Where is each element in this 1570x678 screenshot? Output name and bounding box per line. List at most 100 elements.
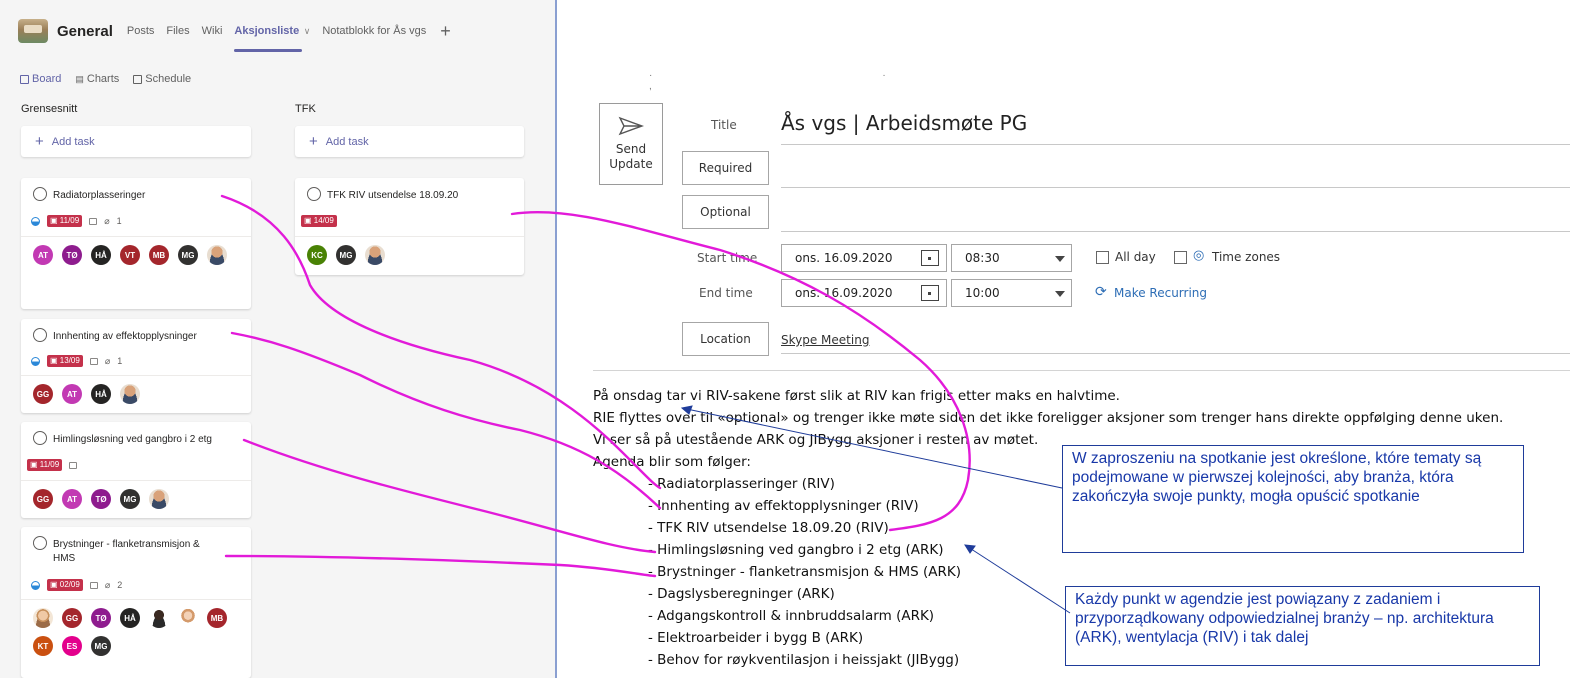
description-icon [89, 581, 98, 589]
assignees: KC MG [307, 245, 385, 265]
time-zones-checkbox[interactable] [1174, 251, 1187, 264]
start-time-value: 08:30 [965, 251, 1000, 265]
avatar: KC [307, 245, 327, 265]
add-tab-icon[interactable]: + [440, 21, 451, 42]
start-time-field[interactable]: 08:30 [951, 244, 1072, 272]
location-button[interactable]: Location [682, 322, 769, 356]
add-task-label: Add task [325, 135, 369, 148]
tab-notatblokk[interactable]: Notatblokk for Ås vgs [322, 25, 426, 37]
assignees: AT TØ HÅ VT MB MG [33, 245, 248, 265]
attachment-icon: ⌀ [104, 215, 110, 226]
body-divider [593, 370, 1570, 371]
task-card[interactable]: Innhenting av effektopplysninger ▣ 13/09… [21, 319, 251, 413]
add-task-button[interactable]: + Add task [21, 126, 251, 157]
end-date-value: ons. 16.09.2020 [795, 286, 893, 300]
tab-files[interactable]: Files [166, 25, 189, 37]
start-date-value: ons. 16.09.2020 [795, 251, 893, 265]
view-charts[interactable]: ▤ Charts [75, 73, 119, 85]
attachment-count: 2 [117, 580, 123, 590]
avatar-photo [365, 245, 385, 265]
plus-icon: + [35, 133, 44, 150]
avatar: MB [149, 245, 169, 265]
progress-icon [31, 580, 40, 590]
avatar: AT [62, 384, 82, 404]
time-zones-label: Time zones [1212, 250, 1281, 264]
add-task-button[interactable]: + Add task [295, 126, 524, 157]
task-card[interactable]: Radiatorplasseringer ▣ 11/09 ⌀ 1 AT TØ HÅ… [21, 178, 251, 309]
description-icon [89, 357, 98, 365]
complete-checkbox[interactable] [33, 431, 47, 445]
calendar-icon[interactable] [921, 285, 939, 301]
avatar: HÅ [120, 608, 140, 628]
complete-checkbox[interactable] [33, 536, 47, 550]
globe-icon: ◎ [1193, 248, 1205, 263]
view-schedule[interactable]: Schedule [133, 73, 191, 85]
avatar: MG [91, 636, 111, 656]
attachment-count: 1 [116, 216, 122, 226]
assignees: GG AT TØ MG [33, 489, 169, 509]
end-time-value: 10:00 [965, 286, 1000, 300]
description-icon [89, 217, 98, 225]
send-label: Send [615, 142, 647, 156]
attachment-icon: ⌀ [104, 579, 111, 590]
start-date-field[interactable]: ons. 16.09.2020 [781, 244, 947, 272]
avatar: GG [33, 489, 53, 509]
tab-wiki[interactable]: Wiki [202, 25, 223, 37]
send-update-button[interactable]: Send Update [599, 103, 663, 185]
top-marks: ·· , [649, 70, 1116, 92]
task-card[interactable]: Brystninger - flanketransmisjon & HMS ▣ … [21, 527, 251, 678]
dropdown-arrow-icon[interactable] [1055, 291, 1065, 297]
due-date: 11/09 [59, 216, 80, 225]
task-title: Innhenting av effektopplysninger [53, 331, 197, 342]
complete-checkbox[interactable] [33, 328, 47, 342]
progress-icon [31, 356, 40, 366]
description-icon [69, 461, 78, 469]
avatar: ES [62, 636, 82, 656]
tab-posts[interactable]: Posts [127, 25, 155, 37]
optional-button[interactable]: Optional [682, 195, 769, 229]
view-board[interactable]: Board [20, 73, 61, 85]
bucket-title: TFK [295, 103, 316, 115]
divider [21, 599, 251, 600]
callout-agenda-linking: Każdy punkt w agendzie jest powiązany z … [1065, 586, 1540, 666]
view-charts-label: Charts [86, 73, 120, 85]
due-date-badge: ▣ 02/09 [47, 579, 83, 591]
title-label: Title [711, 118, 737, 132]
start-time-label: Start time [697, 251, 758, 265]
avatar: KT [33, 636, 53, 656]
end-time-field[interactable]: 10:00 [951, 279, 1072, 307]
make-recurring-link[interactable]: Make Recurring [1114, 286, 1207, 300]
calendar-icon[interactable] [921, 250, 939, 266]
required-button[interactable]: Required [682, 151, 769, 185]
complete-checkbox[interactable] [33, 187, 47, 201]
attachment-icon: ⌀ [104, 355, 111, 366]
all-day-checkbox[interactable] [1096, 251, 1109, 264]
task-title: Brystninger - flanketransmisjon & HMS [53, 539, 200, 564]
dropdown-arrow-icon[interactable] [1055, 256, 1065, 262]
end-date-field[interactable]: ons. 16.09.2020 [781, 279, 947, 307]
task-meta: ▣ 14/09 [301, 215, 337, 227]
required-field-line[interactable] [781, 187, 1570, 188]
task-card[interactable]: TFK RIV utsendelse 18.09.20 ▣ 14/09 KC M… [295, 178, 524, 275]
bucket-title: Grensesnitt [21, 103, 78, 115]
progress-icon [31, 216, 40, 226]
task-card[interactable]: Himlingsløsning ved gangbro i 2 etg ▣ 11… [21, 422, 251, 518]
task-meta: ▣ 02/09 ⌀ 2 [31, 579, 122, 591]
tab-aksjonsliste[interactable]: Aksjonsliste ∨ [234, 25, 310, 52]
update-label: Update [609, 157, 653, 171]
team-name: General [57, 22, 113, 40]
meeting-form: ·· , Send Update Title Ås vgs | Arbeidsmø… [559, 0, 1570, 678]
meeting-title-input[interactable]: Ås vgs | Arbeidsmøte PG [781, 111, 1027, 135]
title-underline [781, 144, 1570, 145]
optional-field-line[interactable] [781, 231, 1570, 232]
complete-checkbox[interactable] [307, 187, 321, 201]
send-update-label: Send Update [600, 142, 662, 172]
board-icon [20, 74, 29, 84]
all-day-label: All day [1115, 250, 1156, 264]
location-underline [781, 353, 1570, 354]
avatar-photo [207, 245, 227, 265]
avatar: GG [33, 384, 53, 404]
location-value[interactable]: Skype Meeting [781, 333, 869, 347]
due-date-badge: ▣ 14/09 [301, 215, 337, 227]
body-line: RIE flyttes over til «optional» og treng… [593, 410, 1504, 426]
